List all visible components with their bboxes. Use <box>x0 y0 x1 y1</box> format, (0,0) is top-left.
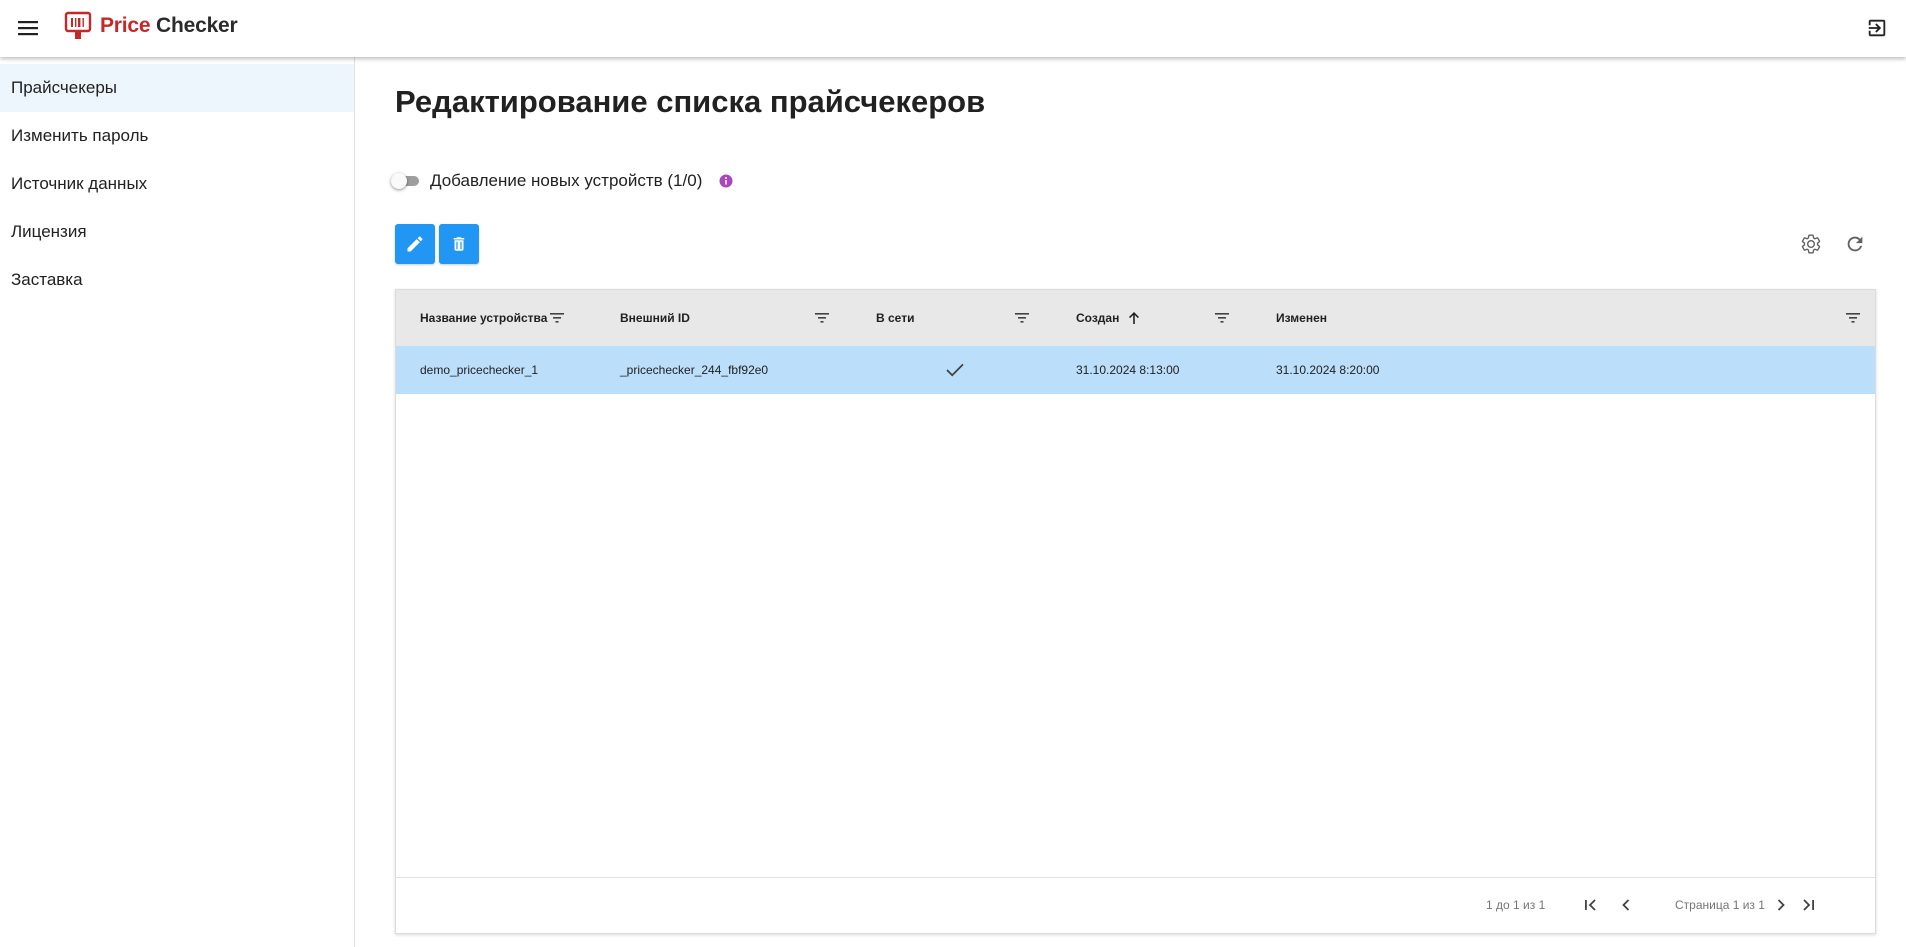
logout-icon[interactable] <box>1862 13 1892 43</box>
sidebar-item-pricecheckers[interactable]: Прайсчекеры <box>0 64 354 112</box>
filter-icon[interactable] <box>1845 310 1861 326</box>
last-page-icon[interactable] <box>1797 894 1819 916</box>
logo-text-checker: Checker <box>156 14 238 37</box>
app-header: Price Checker <box>0 0 1906 57</box>
price-checker-logo-icon <box>64 11 92 39</box>
main-content: Редактирование списка прайсчекеров Добав… <box>356 57 1906 947</box>
pager-summary: 1 до 1 из 1 <box>1486 898 1546 912</box>
column-label: В сети <box>876 311 915 325</box>
column-header-modified[interactable]: Изменен <box>1276 290 1327 346</box>
settings-gear-icon[interactable] <box>1798 231 1824 257</box>
sidebar-item-label: Прайсчекеры <box>11 78 118 97</box>
logo-text-price: Price <box>100 14 151 37</box>
delete-button[interactable] <box>439 224 479 264</box>
refresh-icon[interactable] <box>1842 231 1868 257</box>
app-logo[interactable]: Price Checker <box>64 11 238 41</box>
menu-icon[interactable] <box>14 14 42 42</box>
pager-page-label: Страница 1 из 1 <box>1675 898 1765 912</box>
grid-header: Название устройства Внешний ID В сети Со… <box>396 290 1875 346</box>
first-page-icon[interactable] <box>1580 894 1602 916</box>
add-devices-switch[interactable] <box>391 173 421 189</box>
next-page-icon[interactable] <box>1770 894 1792 916</box>
column-label: Изменен <box>1276 311 1328 325</box>
page-title: Редактирование списка прайсчекеров <box>395 84 986 119</box>
pencil-icon <box>407 236 423 252</box>
sidebar-item-label: Источник данных <box>11 174 148 193</box>
column-header-created[interactable]: Создан <box>1076 290 1140 346</box>
sidebar: Прайсчекеры Изменить пароль Источник дан… <box>0 57 355 947</box>
cell-created: 31.10.2024 8:13:00 <box>1076 363 1180 377</box>
sidebar-item-screensaver[interactable]: Заставка <box>0 256 354 304</box>
sidebar-item-label: Лицензия <box>11 222 87 241</box>
add-devices-toggle-row: Добавление новых устройств (1/0) <box>391 171 733 191</box>
column-label: Внешний ID <box>620 311 690 325</box>
sort-ascending-icon <box>1128 311 1140 325</box>
trash-icon <box>453 237 465 251</box>
column-header-external-id[interactable]: Внешний ID <box>620 290 690 346</box>
pagination-bar: 1 до 1 из 1 Страница 1 из 1 <box>396 877 1875 933</box>
devices-grid: Название устройства Внешний ID В сети Со… <box>395 289 1876 934</box>
column-label: Создан <box>1076 311 1120 325</box>
add-devices-label: Добавление новых устройств (1/0) <box>430 171 703 190</box>
sidebar-item-label: Изменить пароль <box>11 126 149 145</box>
column-header-online[interactable]: В сети <box>876 290 914 346</box>
edit-button[interactable] <box>395 224 435 264</box>
info-icon[interactable] <box>719 174 733 188</box>
column-label: Название устройства <box>420 311 548 325</box>
cell-external-id: _pricechecker_244_fbf92e0 <box>620 363 769 377</box>
previous-page-icon[interactable] <box>1615 894 1637 916</box>
filter-icon[interactable] <box>1214 310 1230 326</box>
cell-device-name: demo_pricechecker_1 <box>420 363 539 377</box>
filter-icon[interactable] <box>814 310 830 326</box>
sidebar-item-license[interactable]: Лицензия <box>0 208 354 256</box>
filter-icon[interactable] <box>549 310 565 326</box>
sidebar-item-change-password[interactable]: Изменить пароль <box>0 112 354 160</box>
online-check-icon <box>946 346 964 394</box>
column-header-device-name[interactable]: Название устройства <box>420 290 547 346</box>
cell-modified: 31.10.2024 8:20:00 <box>1276 363 1380 377</box>
table-row[interactable]: demo_pricechecker_1 _pricechecker_244_fb… <box>396 346 1875 394</box>
sidebar-item-label: Заставка <box>11 270 83 289</box>
sidebar-item-data-source[interactable]: Источник данных <box>0 160 354 208</box>
filter-icon[interactable] <box>1014 310 1030 326</box>
